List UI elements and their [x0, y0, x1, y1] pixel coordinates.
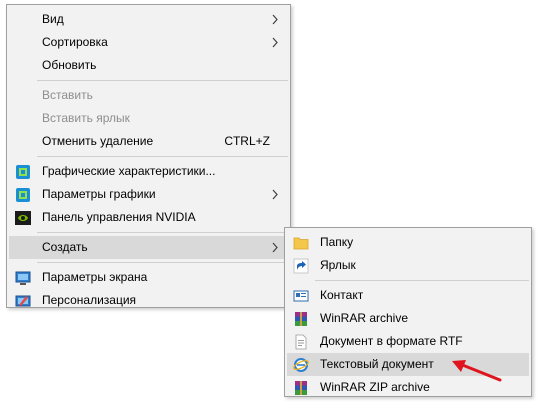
menu-item-label: Ярлык: [320, 258, 356, 272]
submenu-item-shortcut[interactable]: Ярлык: [287, 254, 529, 277]
menu-item-new[interactable]: Создать: [9, 236, 288, 259]
menu-item-label: Создать: [42, 240, 88, 254]
menu-item-personalization[interactable]: Персонализация: [9, 289, 288, 312]
submenu-item-folder[interactable]: Папку: [287, 231, 529, 254]
red-arrow-icon: [452, 360, 502, 382]
menu-item-label: WinRAR archive: [320, 311, 409, 325]
menu-item-undo-delete[interactable]: Отменить удаление CTRL+Z: [9, 130, 288, 153]
submenu-item-contact[interactable]: Контакт: [287, 284, 529, 307]
menu-item-graphics-properties[interactable]: Графические характеристики...: [9, 160, 288, 183]
desktop-context-menu: Вид Сортировка Обновить Вставить Вставит…: [6, 4, 291, 308]
intel-graphics-icon: [16, 165, 30, 179]
menu-item-sort[interactable]: Сортировка: [9, 31, 288, 54]
menu-separator: [37, 232, 288, 233]
chevron-right-icon: [272, 37, 278, 48]
menu-item-label: Вставить: [42, 88, 93, 102]
menu-item-refresh[interactable]: Обновить: [9, 54, 288, 77]
nvidia-icon: [15, 211, 31, 225]
winrar-zip-icon: [295, 381, 307, 395]
menu-item-label: Графические характеристики...: [42, 164, 216, 178]
menu-item-label: WinRAR ZIP archive: [320, 380, 430, 394]
menu-item-label: Вид: [42, 12, 64, 26]
chevron-right-icon: [272, 242, 278, 253]
desktop-context-menu-scene: Вид Сортировка Обновить Вставить Вставит…: [0, 0, 539, 405]
folder-icon: [293, 237, 309, 250]
menu-item-label: Текстовый документ: [320, 357, 434, 371]
menu-item-shortcut: CTRL+Z: [224, 134, 270, 148]
menu-item-nvidia-control-panel[interactable]: Панель управления NVIDIA: [9, 206, 288, 229]
menu-separator: [315, 280, 529, 281]
text-document-icon: [293, 358, 309, 372]
intel-graphics-icon: [16, 188, 30, 202]
submenu-item-rtf-document[interactable]: Документ в формате RTF: [287, 330, 529, 353]
menu-item-label: Обновить: [42, 58, 97, 72]
chevron-right-icon: [272, 14, 278, 25]
display-icon: [15, 271, 31, 285]
menu-item-label: Вставить ярлык: [42, 111, 130, 125]
menu-separator: [37, 262, 288, 263]
rtf-document-icon: [295, 334, 307, 350]
menu-item-graphics-options[interactable]: Параметры графики: [9, 183, 288, 206]
menu-item-view[interactable]: Вид: [9, 8, 288, 31]
menu-item-paste[interactable]: Вставить: [9, 84, 288, 107]
menu-item-label: Документ в формате RTF: [320, 334, 463, 348]
shortcut-icon: [293, 258, 309, 274]
menu-item-label: Отменить удаление: [42, 134, 154, 148]
menu-item-label: Панель управления NVIDIA: [42, 210, 196, 224]
menu-separator: [37, 80, 288, 81]
menu-item-label: Персонализация: [42, 293, 137, 307]
menu-item-label: Контакт: [320, 288, 364, 302]
menu-item-display-settings[interactable]: Параметры экрана: [9, 266, 288, 289]
submenu-item-winrar-archive[interactable]: WinRAR archive: [287, 307, 529, 330]
menu-item-label: Параметры графики: [42, 187, 156, 201]
contact-icon: [293, 290, 309, 302]
menu-separator: [37, 156, 288, 157]
personalization-icon: [15, 295, 31, 307]
menu-item-label: Папку: [320, 235, 354, 249]
chevron-right-icon: [272, 189, 278, 200]
menu-item-paste-shortcut[interactable]: Вставить ярлык: [9, 107, 288, 130]
winrar-icon: [295, 312, 307, 326]
menu-item-label: Параметры экрана: [42, 270, 148, 284]
menu-item-label: Сортировка: [42, 35, 108, 49]
